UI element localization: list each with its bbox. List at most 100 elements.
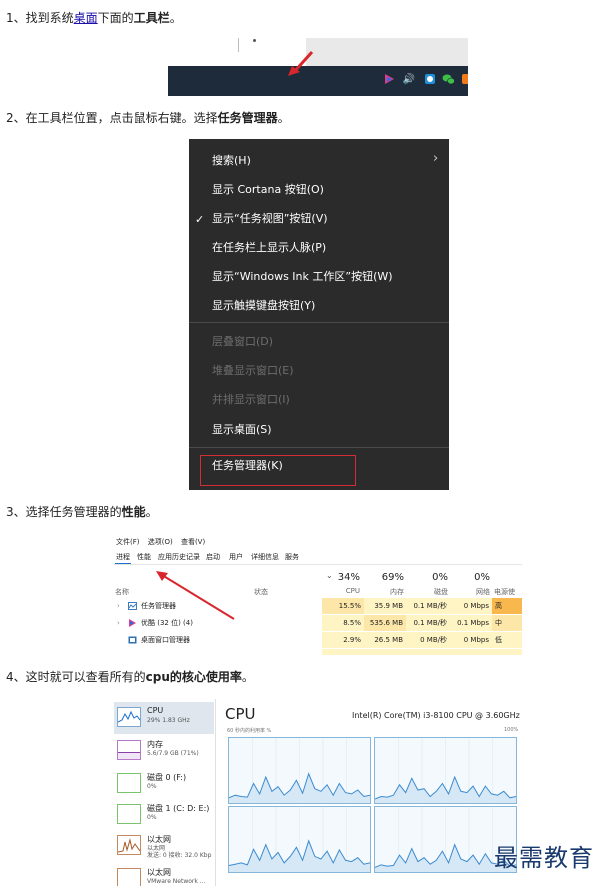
desktop-divider — [238, 38, 239, 52]
sidebar-item-disk-0[interactable]: 磁盘 0 (F:) 0% — [114, 768, 214, 800]
step-end: 。 — [145, 505, 158, 519]
step-number: 4、 — [6, 670, 26, 684]
sidebar-item-sub: 0% — [147, 814, 157, 821]
tab-users[interactable]: 用户 — [228, 552, 244, 563]
tab-details[interactable]: 详细信息 — [250, 552, 280, 563]
memory-thumbnail — [117, 740, 141, 760]
task-manager-icon — [128, 602, 137, 610]
menu-item-cortana[interactable]: 显示 Cortana 按钮(O) — [212, 179, 324, 201]
taskbar[interactable] — [168, 66, 468, 96]
sidebar-item-sub: 29% 1.83 GHz — [147, 717, 190, 724]
tab-services[interactable]: 服务 — [284, 552, 300, 563]
youku-icon — [129, 619, 136, 627]
menu-file[interactable]: 文件(F) — [116, 538, 140, 546]
menu-item-windows-ink[interactable]: 显示“Windows Ink 工作区”按钮(W) — [212, 266, 393, 288]
sidebar-item-sub: 5.6/7.9 GB (71%) — [147, 750, 199, 757]
network-total: 0% — [474, 572, 490, 583]
desktop-link[interactable]: 桌面 — [74, 11, 98, 25]
utilization-label: 60 秒内的利用率 % — [227, 728, 272, 734]
menu-item-side-by-side: 并排显示窗口(I) — [212, 393, 290, 406]
core-graph — [374, 737, 517, 804]
cpu-thumbnail — [117, 707, 141, 727]
memory-cell: 535.6 MB — [364, 615, 406, 631]
menu-item-people[interactable]: 在任务栏上显示人脉(P) — [212, 237, 326, 259]
desktop-dot — [253, 39, 256, 42]
step-number: 3、 — [6, 505, 26, 519]
expand-chevron-icon[interactable]: › — [117, 615, 120, 631]
sidebar-item-sub: 以太网 发送: 0 接收: 32.0 Kbp — [147, 845, 212, 859]
menu-item-task-view[interactable]: 显示“任务视图”按钮(V) — [212, 208, 328, 230]
menu-item-touch-keyboard[interactable]: 显示触摸键盘按钮(Y) — [212, 295, 315, 317]
column-network[interactable]: 网络 — [450, 587, 490, 597]
taskbar-context-menu: 搜索(H) › 显示 Cortana 按钮(O) ✓ 显示“任务视图”按钮(V)… — [189, 139, 449, 490]
sidebar-item-sub: VMware Network ... — [147, 878, 206, 885]
tab-app-history[interactable]: 应用历史记录 — [157, 552, 201, 563]
memory-cell: 26.5 MB — [364, 632, 406, 648]
orange-app-icon[interactable] — [461, 72, 468, 88]
performance-panel: CPU 29% 1.83 GHz 内存 5.6/7.9 GB (71%) 磁盘 … — [114, 699, 522, 886]
sidebar-item-memory[interactable]: 内存 5.6/7.9 GB (71%) — [114, 735, 214, 767]
menu-separator — [189, 322, 449, 323]
expand-chevron-icon[interactable]: › — [117, 598, 120, 614]
step-2-text: 2、在工具栏位置，点击鼠标右键。选择任务管理器。 — [6, 110, 290, 126]
sidebar-item-cpu[interactable]: CPU 29% 1.83 GHz — [114, 702, 214, 734]
core-graph — [228, 806, 371, 873]
power-cell: 中 — [492, 615, 522, 631]
tab-divider — [114, 564, 522, 565]
chevron-right-icon: › — [433, 151, 439, 166]
network-cell: 0.1 Mbps — [450, 615, 492, 631]
window-manager-icon — [128, 636, 137, 644]
menu-item-show-desktop[interactable]: 显示桌面(S) — [212, 419, 272, 441]
cpu-model: Intel(R) Core(TM) i3-8100 CPU @ 3.60GHz — [352, 711, 520, 720]
tab-processes[interactable]: 进程 — [115, 552, 131, 564]
step-number: 2、 — [6, 111, 26, 125]
tab-performance[interactable]: 性能 — [136, 552, 152, 563]
sidebar-item-label: 磁盘 0 (F:) — [147, 773, 187, 782]
disk-cell: 0.1 MB/秒 — [406, 615, 450, 631]
step-text: 选择任务管理器的 — [25, 505, 122, 519]
ethernet-thumbnail — [117, 835, 141, 855]
volume-icon[interactable]: 🔊 — [402, 72, 416, 88]
step-end: 。 — [241, 670, 254, 684]
column-power[interactable]: 电源使 — [494, 587, 515, 597]
sidebar-item-label: CPU — [147, 706, 164, 715]
menu-options[interactable]: 选项(O) — [148, 538, 173, 546]
app-icon-2[interactable] — [424, 72, 436, 88]
sidebar-item-label: 以太网 — [147, 868, 171, 877]
red-arrow-icon — [288, 50, 314, 76]
cpu-cell: 2.9% — [322, 632, 364, 648]
process-name: 桌面窗口管理器 — [141, 636, 190, 644]
step-1-text: 1、找到系统桌面下面的工具栏。 — [6, 10, 182, 26]
step-text: 下面的 — [97, 11, 134, 25]
menu-item-search[interactable]: 搜索(H) — [212, 150, 251, 172]
partial-row — [322, 649, 522, 655]
disk-cell: 0 MB/秒 — [406, 632, 450, 648]
column-name[interactable]: 名称 — [115, 587, 129, 597]
sidebar-item-disk-1[interactable]: 磁盘 1 (C: D: E:) 0% — [114, 799, 214, 831]
cpu-cell: 8.5% — [322, 615, 364, 631]
performance-sidebar: CPU 29% 1.83 GHz 内存 5.6/7.9 GB (71%) 磁盘 … — [114, 699, 214, 886]
disk-thumbnail — [117, 804, 141, 824]
step-3-text: 3、选择任务管理器的性能。 — [6, 504, 158, 520]
tab-startup[interactable]: 启动 — [205, 552, 221, 563]
column-memory[interactable]: 内存 — [364, 587, 404, 597]
sidebar-item-ethernet[interactable]: 以太网 以太网 发送: 0 接收: 32.0 Kbp — [114, 830, 214, 862]
column-disk[interactable]: 磁盘 — [406, 587, 448, 597]
check-icon: ✓ — [195, 213, 205, 226]
step-end: 。 — [169, 11, 182, 25]
cpu-cell: 15.5% — [322, 598, 364, 614]
watermark-text: 最需教育 — [494, 844, 594, 872]
menu-separator — [189, 447, 449, 448]
sidebar-divider — [215, 699, 216, 886]
column-cpu[interactable]: CPU — [322, 587, 360, 595]
app-icon[interactable] — [383, 72, 395, 88]
step-bold-text: 工具栏 — [133, 11, 170, 25]
cpu-title: CPU — [225, 705, 256, 723]
menu-view[interactable]: 查看(V) — [181, 538, 205, 546]
wechat-icon[interactable] — [442, 72, 455, 88]
network-cell: 0 Mbps — [450, 632, 492, 648]
sidebar-item-label: 磁盘 1 (C: D: E:) — [147, 804, 210, 813]
sidebar-item-ethernet-vmware[interactable]: 以太网 VMware Network ... — [114, 863, 214, 886]
power-cell: 低 — [492, 632, 522, 648]
column-status[interactable]: 状态 — [254, 587, 268, 597]
